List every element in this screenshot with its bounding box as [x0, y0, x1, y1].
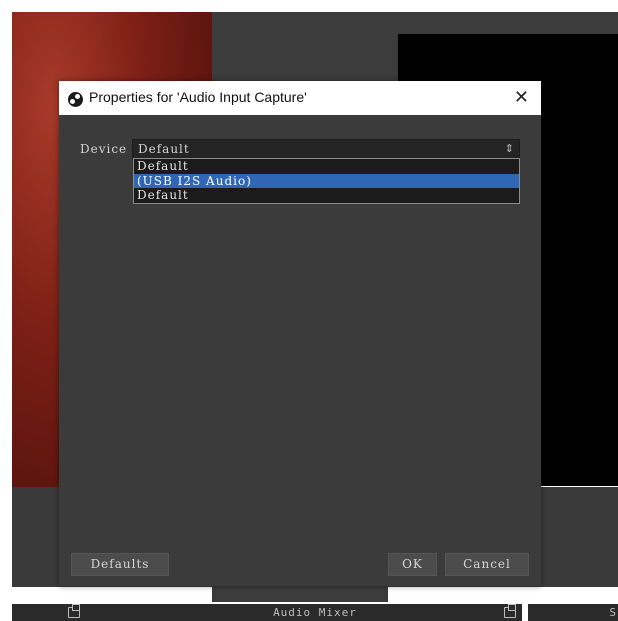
- defaults-button[interactable]: Defaults: [71, 553, 169, 576]
- dock-title-bar: Audio Mixer S: [12, 604, 618, 621]
- close-icon[interactable]: ✕: [514, 87, 529, 108]
- dropdown-option-selected[interactable]: (USB I2S Audio): [134, 174, 519, 188]
- cancel-button[interactable]: Cancel: [445, 553, 529, 576]
- dropdown-option[interactable]: Default: [134, 159, 519, 173]
- dropdown-option[interactable]: Default: [134, 188, 519, 202]
- dropdown-option-label: (USB I2S Audio): [137, 174, 252, 188]
- dialog-title: Properties for 'Audio Input Capture': [89, 89, 307, 105]
- preview-right-header: [388, 12, 618, 34]
- obs-logo-icon: [68, 92, 83, 107]
- dock-label-s: S: [609, 606, 616, 619]
- ok-button[interactable]: OK: [388, 553, 437, 576]
- undock-icon[interactable]: [504, 604, 516, 618]
- device-select[interactable]: Default ⇕: [132, 139, 520, 159]
- dock-separator: [522, 604, 528, 621]
- dialog-titlebar: Properties for 'Audio Input Capture' ✕: [59, 81, 541, 115]
- device-select-value: Default: [138, 142, 190, 156]
- device-dropdown-list: Default (USB I2S Audio) Default: [133, 158, 520, 204]
- dropdown-option-label: Default: [137, 159, 189, 173]
- properties-dialog: Properties for 'Audio Input Capture' ✕ D…: [59, 81, 541, 586]
- device-label: Device: [80, 142, 128, 156]
- chevron-updown-icon[interactable]: ⇕: [505, 140, 514, 158]
- dropdown-option-label: Default: [137, 188, 189, 202]
